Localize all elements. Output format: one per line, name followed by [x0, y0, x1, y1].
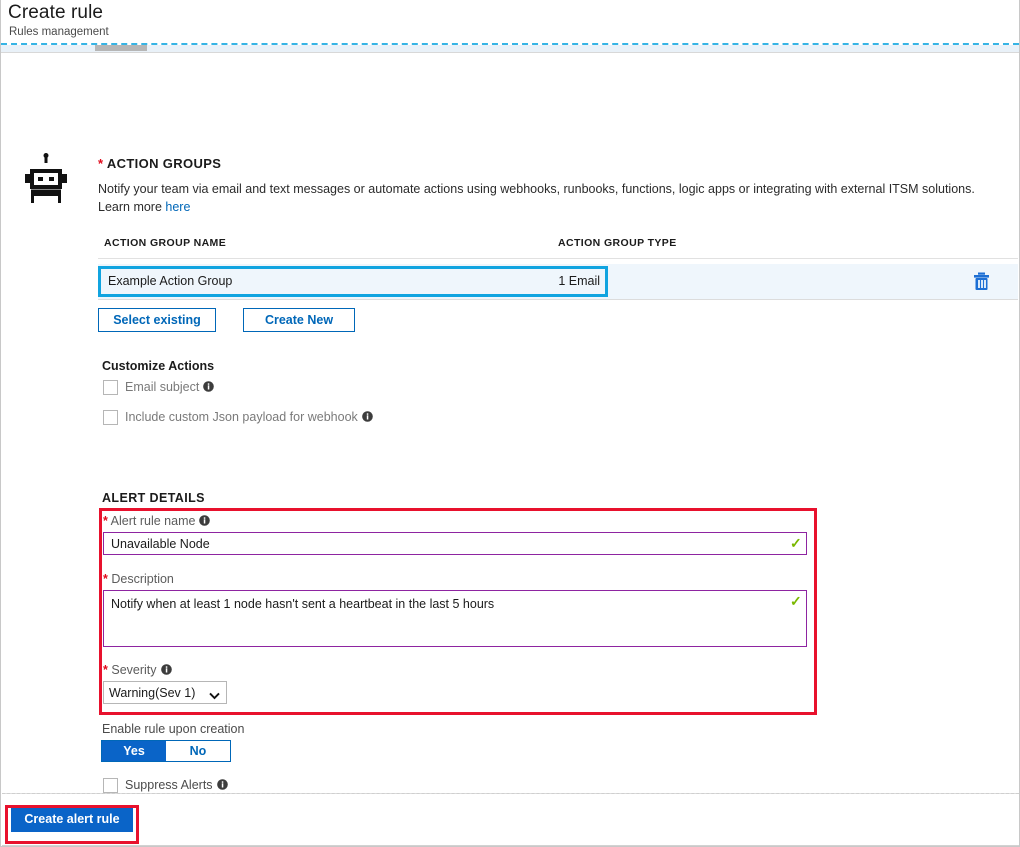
- info-icon[interactable]: [199, 515, 211, 526]
- table-header-divider: [98, 258, 1018, 259]
- tab-progress-indicator: [95, 45, 147, 51]
- required-asterisk: *: [103, 514, 108, 528]
- blade-footer: Create alert rule: [2, 794, 1019, 846]
- info-icon[interactable]: [216, 779, 228, 790]
- severity-select-wrapper[interactable]: Critical(Sev 0)Warning(Sev 1)Information…: [103, 681, 227, 704]
- info-icon[interactable]: [160, 664, 172, 675]
- toggle-option-yes[interactable]: Yes: [102, 741, 166, 761]
- enable-rule-toggle[interactable]: Yes No: [101, 740, 231, 762]
- label-text: Severity: [111, 663, 157, 677]
- learn-more-link[interactable]: here: [165, 200, 190, 214]
- header-under-strip: [1, 45, 1019, 52]
- enable-rule-label: Enable rule upon creation: [102, 722, 245, 736]
- customize-actions-title: Customize Actions: [102, 359, 215, 373]
- required-asterisk: *: [103, 572, 108, 586]
- checkbox-box[interactable]: [103, 380, 118, 395]
- action-groups-title: * ACTION GROUPS: [98, 156, 221, 171]
- action-groups-title-text: ACTION GROUPS: [106, 156, 222, 171]
- learn-more-prefix: Learn more: [98, 200, 166, 214]
- description-textarea[interactable]: [103, 590, 807, 647]
- required-asterisk: *: [103, 663, 108, 677]
- toggle-option-no[interactable]: No: [166, 741, 230, 761]
- alert-rule-name-input[interactable]: [103, 532, 807, 555]
- label-text: Description: [111, 572, 174, 586]
- blade-content: * ACTION GROUPS Notify your team via ema…: [2, 53, 1019, 793]
- checkbox-label: Suppress Alerts: [125, 778, 228, 792]
- severity-label: * Severity: [103, 663, 172, 677]
- required-asterisk: *: [98, 156, 104, 171]
- page-title: Create rule: [8, 2, 104, 23]
- page-subtitle: Rules management: [9, 26, 109, 38]
- create-alert-rule-button[interactable]: Create alert rule: [11, 805, 133, 832]
- table-row-divider: [98, 299, 1018, 300]
- checkbox-box[interactable]: [103, 778, 118, 793]
- alert-rule-name-label: * Alert rule name: [103, 514, 211, 528]
- robot-icon: [22, 153, 70, 203]
- info-icon[interactable]: [203, 381, 215, 392]
- checkbox-label: Email subject: [125, 380, 215, 394]
- check-icon: ✓: [790, 593, 802, 609]
- blade-header: Create rule Rules management: [1, 0, 1019, 44]
- column-header-action-group-type: ACTION GROUP TYPE: [558, 237, 677, 249]
- checkbox-label: Include custom Json payload for webhook: [125, 410, 373, 424]
- description-label: * Description: [103, 572, 174, 586]
- action-groups-description: Notify your team via email and text mess…: [98, 180, 1018, 216]
- blade-frame: Create rule Rules management * ACTION GR…: [0, 0, 1020, 847]
- action-group-name-cell: Example Action Group: [108, 274, 233, 288]
- action-group-type-cell: 1 Email: [558, 274, 600, 288]
- check-icon: ✓: [790, 535, 802, 551]
- select-existing-button[interactable]: Select existing: [98, 308, 216, 332]
- alert-details-title: ALERT DETAILS: [102, 491, 205, 505]
- column-header-action-group-name: ACTION GROUP NAME: [104, 237, 227, 249]
- label-text: Alert rule name: [110, 514, 196, 528]
- info-icon[interactable]: [361, 411, 373, 422]
- footer-bottom-line: [2, 845, 1019, 846]
- action-groups-description-text: Notify your team via email and text mess…: [98, 182, 975, 196]
- create-new-button[interactable]: Create New: [243, 308, 355, 332]
- checkbox-box[interactable]: [103, 410, 118, 425]
- severity-select[interactable]: Critical(Sev 0)Warning(Sev 1)Information…: [103, 681, 227, 704]
- trash-icon[interactable]: [973, 272, 990, 291]
